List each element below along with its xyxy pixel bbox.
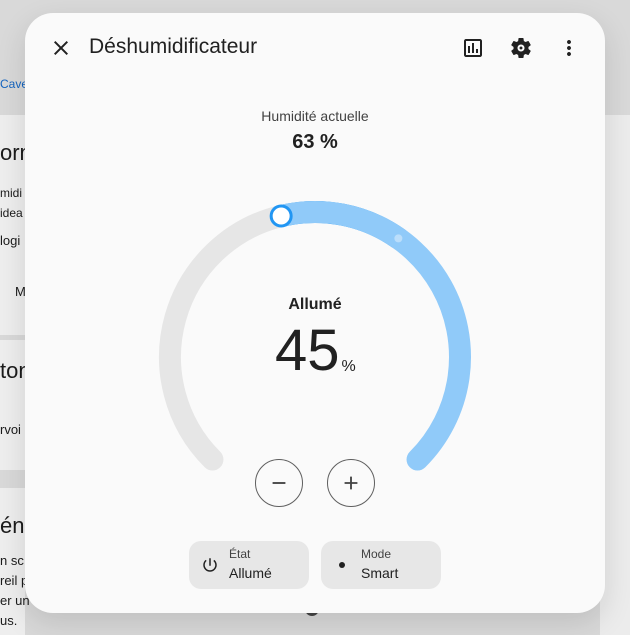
mode-chip[interactable]: Mode Smart [321, 541, 441, 589]
current-humidity-marker [394, 234, 403, 243]
decrease-button[interactable] [255, 459, 303, 507]
state-chip-value: Allumé [229, 565, 272, 581]
state-chip[interactable]: État Allumé [189, 541, 309, 589]
background-text: midi [0, 186, 23, 200]
target-humidity-unit: % [341, 358, 356, 375]
background-text: n sc [0, 553, 24, 568]
power-icon [201, 556, 219, 574]
target-humidity-value: 45 [275, 318, 340, 383]
mode-chip-value: Smart [361, 565, 399, 581]
background-text: idea [0, 206, 23, 220]
dehumidifier-dialog: Déshumidificateur Humidité actuelle 63 %… [25, 13, 605, 613]
state-chip-label: État [229, 547, 251, 561]
target-humidity: 45 % [275, 322, 395, 380]
plus-icon [344, 476, 358, 490]
dot-icon [333, 556, 351, 574]
background-text: us. [0, 613, 18, 628]
gauge-track [159, 205, 293, 471]
device-state-label: Allumé [288, 296, 342, 313]
target-handle[interactable] [269, 204, 293, 228]
mode-chip-label: Mode [361, 547, 392, 561]
background-breadcrumb[interactable]: Cave [0, 77, 28, 91]
increase-button[interactable] [327, 459, 375, 507]
minus-icon [272, 482, 286, 484]
background-text: rvoi [0, 422, 21, 437]
background-text: logi [0, 233, 21, 248]
background-text: reil p [0, 573, 29, 588]
